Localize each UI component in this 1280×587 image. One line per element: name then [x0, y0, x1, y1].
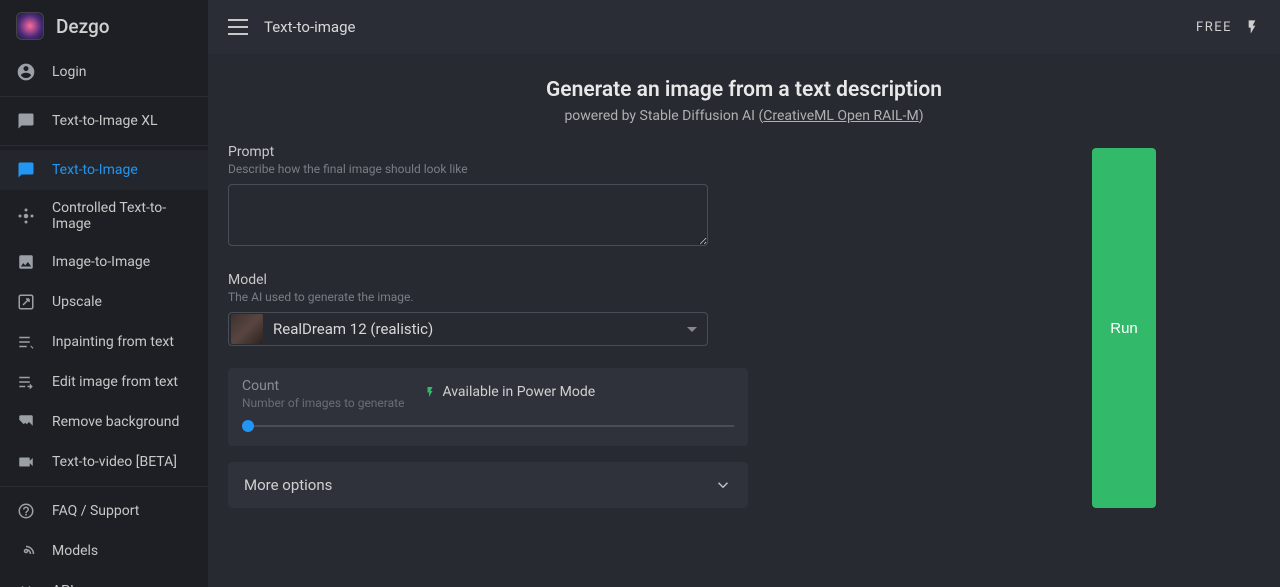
sidebar-item-label: Text-to-Image XL: [52, 113, 158, 129]
sidebar-item-label: Remove background: [52, 414, 179, 430]
content: Generate an image from a text descriptio…: [208, 54, 1280, 587]
sidebar-item-models[interactable]: Models: [0, 531, 208, 571]
sidebar-item-inpainting[interactable]: Inpainting from text: [0, 322, 208, 362]
slider-track: [242, 425, 734, 427]
model-field: Model The AI used to generate the image.…: [228, 272, 968, 346]
divider: [0, 96, 208, 97]
free-badge: FREE: [1196, 20, 1232, 35]
prompt-label: Prompt: [228, 144, 968, 160]
bolt-icon[interactable]: [1244, 17, 1260, 37]
sidebar-item-label: Text-to-Image: [52, 162, 138, 178]
sidebar-item-label: Upscale: [52, 294, 102, 310]
main: Text-to-image FREE Generate an image fro…: [208, 0, 1280, 587]
count-slider[interactable]: [242, 420, 734, 432]
image-off-icon: [16, 412, 36, 432]
edit-icon: [16, 372, 36, 392]
sidebar-item-label: API: [52, 583, 74, 587]
divider: [0, 486, 208, 487]
more-options-toggle[interactable]: More options: [228, 462, 748, 508]
radar-icon: [16, 541, 36, 561]
sidebar-item-label: Inpainting from text: [52, 334, 174, 350]
help-icon: [16, 501, 36, 521]
count-desc: Number of images to generate: [242, 396, 404, 410]
power-mode-badge: Available in Power Mode: [424, 384, 595, 400]
hero: Generate an image from a text descriptio…: [208, 78, 1280, 124]
controls-icon: [16, 206, 36, 226]
model-label: Model: [228, 272, 968, 288]
model-desc: The AI used to generate the image.: [228, 290, 968, 304]
chat-icon: [16, 160, 36, 180]
divider: [0, 145, 208, 146]
model-select[interactable]: RealDream 12 (realistic): [228, 312, 708, 346]
prompt-input[interactable]: [228, 184, 708, 246]
chevron-down-icon: [687, 327, 697, 332]
count-panel: Count Number of images to generate Avail…: [228, 368, 748, 446]
slider-thumb[interactable]: [242, 420, 254, 432]
model-selected-name: RealDream 12 (realistic): [273, 320, 433, 338]
sidebar-item-text-to-image[interactable]: Text-to-Image: [0, 150, 208, 190]
more-options-label: More options: [244, 476, 332, 494]
sidebar-item-label: Image-to-Image: [52, 254, 150, 270]
sidebar-item-remove-bg[interactable]: Remove background: [0, 402, 208, 442]
model-thumbnail: [231, 314, 263, 344]
sidebar: Dezgo Login Text-to-Image XL Text-to-Ima…: [0, 0, 208, 587]
sidebar-item-text-to-image-xl[interactable]: Text-to-Image XL: [0, 101, 208, 141]
login-label: Login: [52, 64, 87, 80]
sidebar-item-label: Edit image from text: [52, 374, 178, 390]
brand-name: Dezgo: [56, 15, 110, 38]
login-link[interactable]: Login: [0, 52, 208, 92]
user-circle-icon: [16, 62, 36, 82]
sidebar-item-image-to-image[interactable]: Image-to-Image: [0, 242, 208, 282]
sidebar-item-label: FAQ / Support: [52, 503, 139, 519]
list-icon: [16, 332, 36, 352]
brand-logo: [16, 12, 44, 40]
hero-subtitle: powered by Stable Diffusion AI (Creative…: [208, 108, 1280, 124]
count-label: Count: [242, 378, 404, 394]
menu-icon[interactable]: [228, 19, 248, 35]
image-icon: [16, 252, 36, 272]
sidebar-item-text-to-video[interactable]: Text-to-video [BETA]: [0, 442, 208, 482]
expand-icon: [16, 292, 36, 312]
prompt-desc: Describe how the final image should look…: [228, 162, 968, 176]
video-icon: [16, 452, 36, 472]
sidebar-item-api[interactable]: API: [0, 571, 208, 587]
chevron-down-icon: [714, 476, 732, 494]
license-link[interactable]: CreativeML Open RAIL-M: [763, 108, 918, 124]
sidebar-item-upscale[interactable]: Upscale: [0, 282, 208, 322]
bolt-icon: [424, 384, 436, 400]
sidebar-item-label: Text-to-video [BETA]: [52, 454, 177, 470]
topbar: Text-to-image FREE: [208, 0, 1280, 54]
chat-icon: [16, 111, 36, 131]
sidebar-item-label: Controlled Text-to-Image: [52, 200, 192, 232]
sidebar-item-controlled-t2i[interactable]: Controlled Text-to-Image: [0, 190, 208, 242]
brand[interactable]: Dezgo: [0, 0, 208, 52]
sidebar-item-faq[interactable]: FAQ / Support: [0, 491, 208, 531]
run-button[interactable]: Run: [1092, 148, 1156, 508]
sidebar-item-edit-image[interactable]: Edit image from text: [0, 362, 208, 402]
page-title: Text-to-image: [264, 18, 355, 36]
hero-title: Generate an image from a text descriptio…: [208, 78, 1280, 102]
prompt-field: Prompt Describe how the final image shou…: [228, 144, 968, 250]
code-icon: [16, 581, 36, 587]
sidebar-item-label: Models: [52, 543, 98, 559]
